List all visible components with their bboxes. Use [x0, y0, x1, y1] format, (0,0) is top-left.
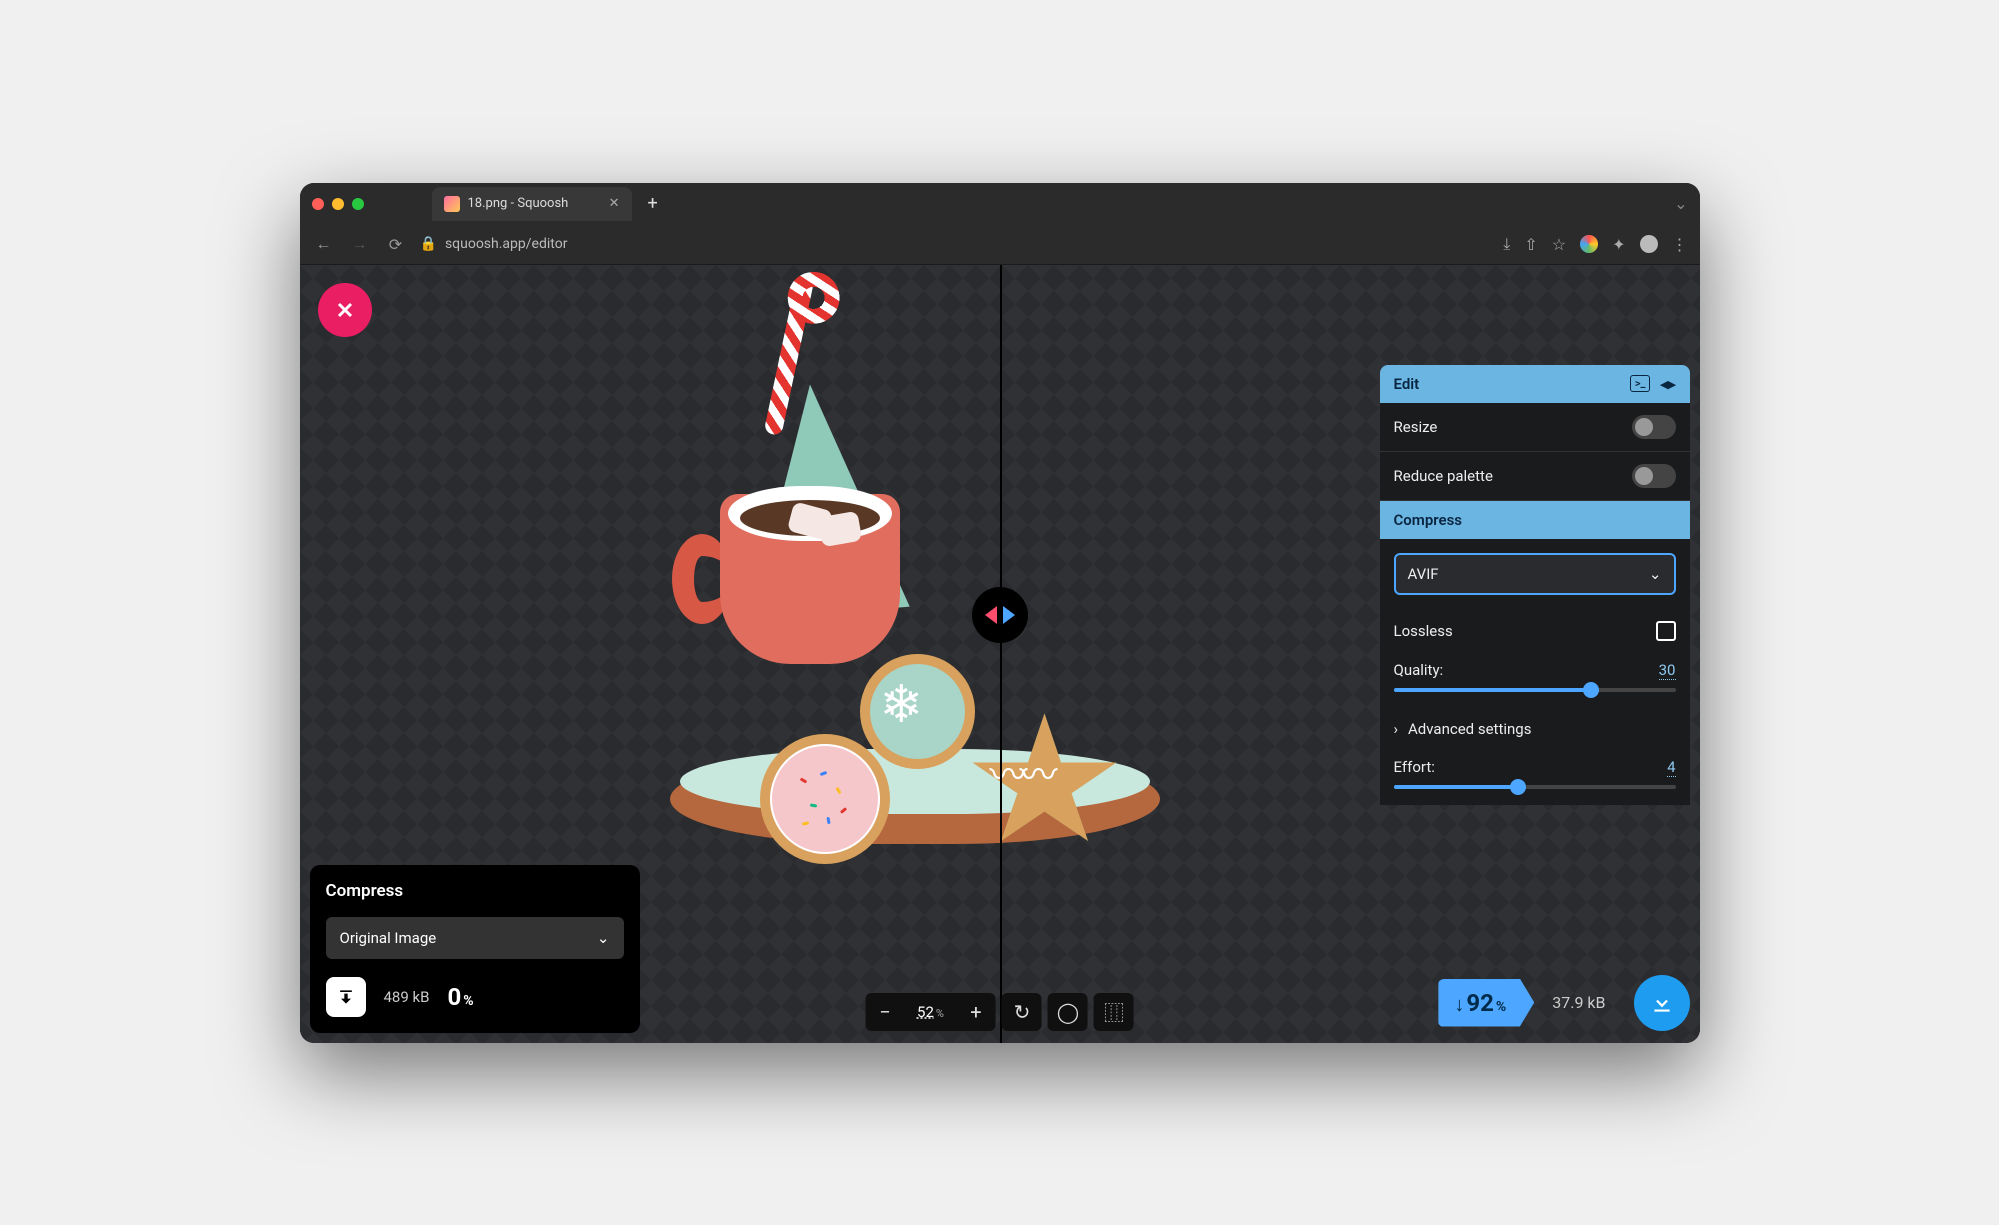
tabs-menu-button[interactable]: ⌄ [1674, 194, 1687, 213]
zoom-toolbar: − 52% + ↻ ◯ ⿲ [865, 993, 1134, 1031]
quality-value[interactable]: 30 [1659, 661, 1676, 680]
left-reduction: 0% [447, 983, 473, 1011]
tab-title: 18.png - Squoosh [468, 196, 569, 211]
chevron-down-icon: ⌄ [597, 929, 610, 947]
download-left-button[interactable] [326, 977, 366, 1017]
lock-icon: 🔒 [420, 236, 437, 252]
advanced-label: Advanced settings [1408, 720, 1531, 738]
favicon-icon [444, 196, 460, 212]
effort-slider[interactable] [1394, 785, 1676, 789]
close-editor-button[interactable] [318, 283, 372, 337]
right-format-value: AVIF [1408, 565, 1439, 583]
arrow-down-icon: ↓ [1454, 992, 1464, 1017]
drag-left-icon [985, 606, 997, 624]
left-compress-panel: Compress Original Image ⌄ 489 kB 0% [310, 865, 640, 1033]
url-field[interactable]: 🔒 squoosh.app/editor [420, 236, 1492, 252]
minimize-window-button[interactable] [332, 198, 344, 210]
chevron-right-icon: › [1394, 720, 1399, 738]
toolbar-icons: ⤓ ⇧ ☆ ✦ ⋮ [1503, 234, 1687, 254]
browser-window: 18.png - Squoosh ✕ + ⌄ ← → ⟳ 🔒 squoosh.a… [300, 183, 1700, 1043]
preview-image: ❄ 〰〰 [650, 374, 1170, 894]
back-button[interactable]: ← [312, 234, 336, 254]
zoom-in-button[interactable]: + [956, 993, 996, 1031]
zoom-value[interactable]: 52% [905, 1003, 956, 1021]
resize-label: Resize [1394, 418, 1438, 436]
quality-label: Quality: [1394, 661, 1444, 680]
forward-button[interactable]: → [348, 234, 372, 254]
effort-row: Effort: 4 [1380, 750, 1690, 805]
titlebar: 18.png - Squoosh ✕ + ⌄ [300, 183, 1700, 225]
download-right-button[interactable] [1634, 975, 1690, 1031]
left-size: 489 kB [384, 988, 430, 1006]
lossless-row: Lossless [1380, 609, 1690, 653]
left-stats: 489 kB 0% [326, 977, 624, 1017]
right-options-panel: Edit >_ ◂▸ Resize Reduce palette Compres… [1380, 365, 1690, 805]
maximize-window-button[interactable] [352, 198, 364, 210]
background-toggle-button[interactable]: ◯ [1048, 993, 1088, 1031]
close-window-button[interactable] [312, 198, 324, 210]
reduction-badge: ↓ 92 % [1438, 979, 1534, 1027]
left-format-value: Original Image [340, 929, 437, 947]
advanced-settings-toggle[interactable]: › Advanced settings [1380, 708, 1690, 750]
rotate-button[interactable]: ↻ [1002, 993, 1042, 1031]
lossless-label: Lossless [1394, 622, 1453, 640]
drag-right-icon [1003, 606, 1015, 624]
chevron-down-icon: ⌄ [1649, 565, 1662, 583]
resize-row: Resize [1380, 403, 1690, 452]
left-panel-title: Compress [326, 881, 624, 901]
install-app-icon[interactable]: ⤓ [1503, 234, 1510, 254]
address-bar: ← → ⟳ 🔒 squoosh.app/editor ⤓ ⇧ ☆ ✦ ⋮ [300, 225, 1700, 265]
lossless-checkbox[interactable] [1656, 621, 1676, 641]
edit-header: Edit >_ ◂▸ [1380, 365, 1690, 403]
url-text: squoosh.app/editor [445, 236, 568, 252]
reduce-palette-label: Reduce palette [1394, 467, 1493, 485]
cli-icon[interactable]: >_ [1630, 375, 1651, 392]
profile-avatar-icon[interactable] [1640, 235, 1658, 253]
reduce-palette-row: Reduce palette [1380, 452, 1690, 501]
bookmark-icon[interactable]: ☆ [1552, 235, 1566, 254]
right-format-select[interactable]: AVIF ⌄ [1394, 553, 1676, 595]
reload-button[interactable]: ⟳ [384, 235, 408, 254]
quality-slider[interactable] [1394, 688, 1676, 692]
zoom-out-button[interactable]: − [865, 993, 905, 1031]
browser-tab[interactable]: 18.png - Squoosh ✕ [432, 187, 632, 221]
right-stats: ↓ 92 % 37.9 kB [1438, 975, 1689, 1031]
flip-button[interactable]: ⿲ [1094, 993, 1134, 1031]
output-size: 37.9 kB [1534, 993, 1623, 1012]
new-tab-button[interactable]: + [648, 193, 658, 214]
window-controls [312, 198, 364, 210]
close-tab-button[interactable]: ✕ [609, 196, 620, 211]
editor-content: ❄ 〰〰 Compress [300, 265, 1700, 1043]
resize-toggle[interactable] [1632, 415, 1676, 439]
comparison-drag-handle[interactable] [972, 587, 1028, 643]
effort-label: Effort: [1394, 758, 1435, 777]
effort-value[interactable]: 4 [1667, 758, 1675, 777]
quality-row: Quality: 30 [1380, 653, 1690, 708]
left-format-select[interactable]: Original Image ⌄ [326, 917, 624, 959]
menu-icon[interactable]: ⋮ [1672, 235, 1688, 254]
copy-settings-icon[interactable]: ◂▸ [1660, 375, 1675, 393]
comparison-divider [1000, 265, 1002, 1043]
extension-icon[interactable] [1580, 235, 1598, 253]
extensions-menu-icon[interactable]: ✦ [1612, 235, 1625, 254]
share-icon[interactable]: ⇧ [1524, 235, 1537, 254]
compress-header: Compress [1380, 501, 1690, 539]
reduce-palette-toggle[interactable] [1632, 464, 1676, 488]
